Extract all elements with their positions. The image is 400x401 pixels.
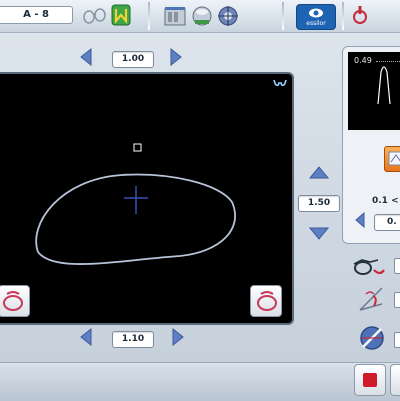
stop-button[interactable]: [354, 364, 386, 396]
pliers-icon: [257, 291, 277, 311]
pliers-icon: [3, 291, 23, 311]
trace-start-marker: [133, 143, 142, 152]
frame-shape-icon[interactable]: [110, 3, 132, 27]
toolbar-separator: [148, 2, 150, 30]
alert-icon[interactable]: [350, 4, 370, 28]
measure-angle-checkbox[interactable]: [394, 292, 400, 308]
tray-icon[interactable]: [163, 5, 187, 29]
glasses-tool-checkbox[interactable]: [394, 258, 400, 274]
bottom-value-increase-arrow[interactable]: [172, 328, 184, 346]
top-value-decrease-arrow[interactable]: [80, 48, 92, 66]
glasses-tool-icon[interactable]: [352, 252, 386, 280]
side-value-field[interactable]: 1.50: [298, 195, 340, 212]
bottom-bar: [0, 362, 400, 401]
right-panel-decrease-arrow[interactable]: [355, 212, 365, 228]
stop-icon: [363, 373, 377, 387]
toolbar-separator: [342, 2, 344, 30]
left-pliers-button[interactable]: [0, 285, 30, 317]
next-button[interactable]: [390, 364, 400, 396]
side-value-down-arrow[interactable]: [309, 227, 329, 240]
center-cross: [124, 186, 148, 214]
top-value-increase-arrow[interactable]: [170, 48, 182, 66]
bevel-graph: 0.49: [348, 52, 400, 130]
drill-checkbox[interactable]: [394, 332, 400, 348]
target-icon[interactable]: [217, 4, 239, 28]
drill-icon[interactable]: [358, 324, 386, 352]
brand-label: essilor: [306, 20, 326, 27]
frame-type-icon[interactable]: [272, 78, 288, 90]
lens-icon[interactable]: [191, 4, 213, 28]
range-label: 0.1 <: [372, 196, 399, 206]
lens-trace-canvas: [35, 143, 236, 265]
top-value-field[interactable]: 1.00: [112, 51, 154, 68]
bevel-type-icon: [388, 151, 400, 166]
side-value-up-arrow[interactable]: [309, 166, 329, 179]
shape-display: [0, 72, 294, 325]
glasses-outline-icon[interactable]: [82, 6, 106, 26]
measure-angle-icon[interactable]: [356, 284, 386, 314]
job-number-field[interactable]: A - 8: [0, 6, 73, 24]
right-pliers-button[interactable]: [250, 285, 282, 317]
bottom-value-decrease-arrow[interactable]: [80, 328, 92, 346]
toolbar-separator: [282, 2, 284, 30]
bevel-type-button[interactable]: [384, 146, 400, 172]
essilor-logo-icon[interactable]: essilor: [296, 4, 336, 30]
bottom-value-field[interactable]: 1.10: [112, 331, 154, 348]
right-panel-value-field[interactable]: 0.: [374, 214, 400, 231]
bevel-profile-curve: [377, 66, 391, 105]
